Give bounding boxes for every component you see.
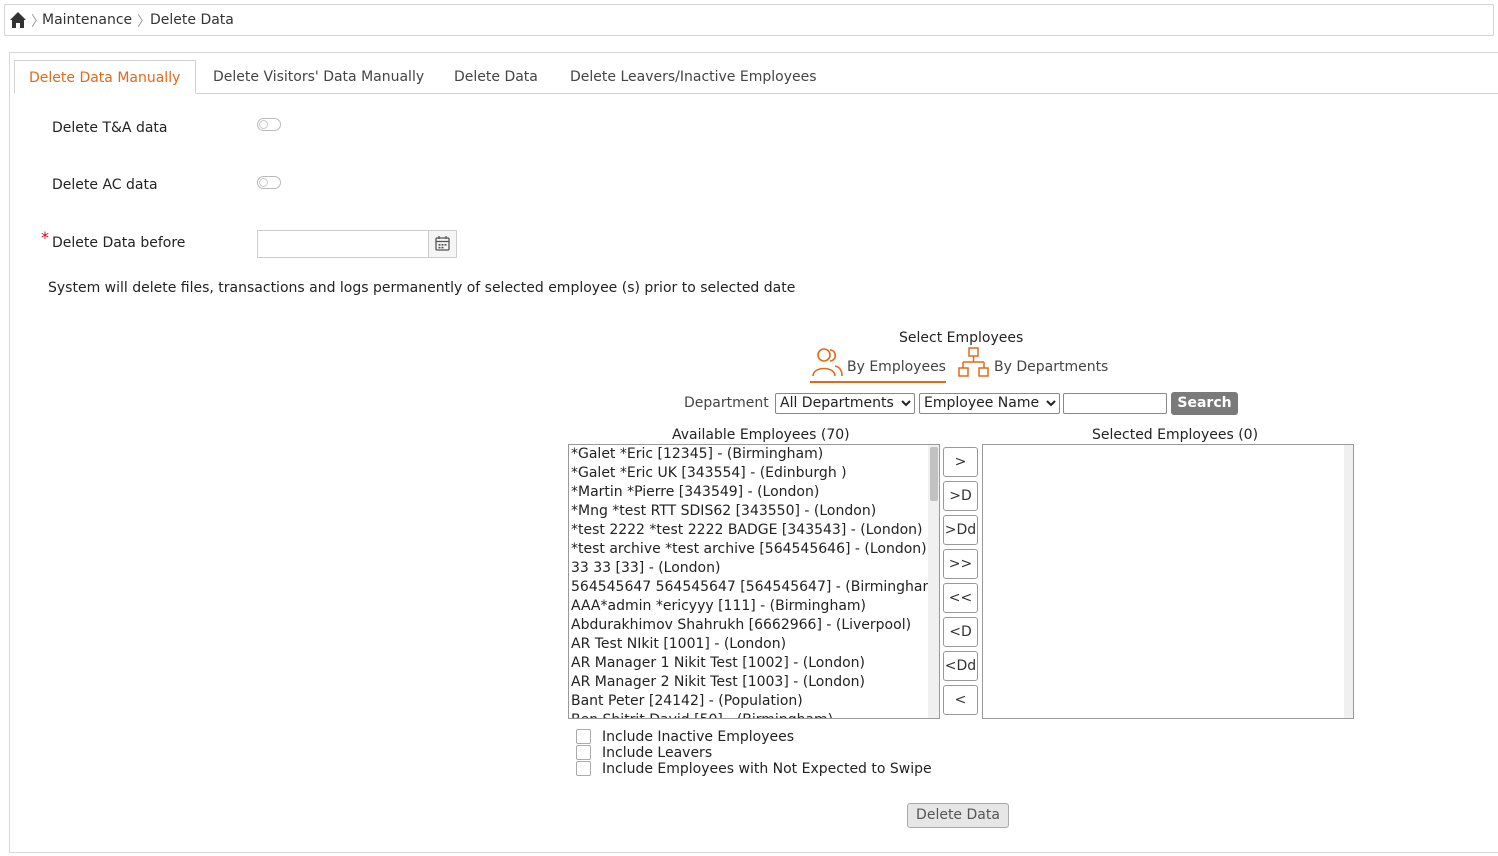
available-employees-title: Available Employees (70) [672,427,850,443]
include-leavers-checkbox[interactable] [576,745,591,760]
add-all-button[interactable]: >> [943,549,978,579]
add-department-deep-button[interactable]: >Dd [943,515,978,545]
scrollbar[interactable] [1344,445,1353,718]
list-item[interactable]: *Martin *Pierre [343549] - (London) [569,483,927,502]
tab-delete-leavers-inactive[interactable]: Delete Leavers/Inactive Employees [570,60,817,94]
list-item[interactable]: AR Manager 1 Nikit Test [1002] - (London… [569,654,927,673]
delete-data-button[interactable]: Delete Data [907,803,1009,828]
delete-notice: System will delete files, transactions a… [48,280,796,296]
list-item[interactable]: *test archive *test archive [564545646] … [569,540,927,559]
delete-ac-label: Delete AC data [52,177,158,193]
tab-delete-data[interactable]: Delete Data [454,60,538,94]
tab-delete-visitors-data-manually[interactable]: Delete Visitors' Data Manually [213,60,424,94]
calendar-icon [435,236,450,251]
scrollbar[interactable] [928,445,939,718]
remove-all-button[interactable]: << [943,583,978,613]
list-item[interactable]: *Galet *Eric [12345] - (Birmingham) [569,445,927,464]
remove-department-button[interactable]: <D [943,617,978,647]
search-input[interactable] [1063,393,1167,414]
list-item[interactable]: Abdurakhimov Shahrukh [6662966] - (Liver… [569,616,927,635]
list-item[interactable]: *test 2222 *test 2222 BADGE [343543] - (… [569,521,927,540]
list-item[interactable]: 33 33 [33] - (London) [569,559,927,578]
chevron-down-icon [901,394,911,419]
department-select[interactable]: All Departments [775,393,915,414]
department-label: Department [684,395,769,411]
include-not-expected-label: Include Employees with Not Expected to S… [602,761,932,777]
include-inactive-label: Include Inactive Employees [602,729,795,745]
list-item[interactable]: Bant Peter [24142] - (Population) [569,692,927,711]
list-item[interactable]: *Galet *Eric UK [343554] - (Edinburgh ) [569,464,927,483]
required-mark: * [41,228,49,247]
sort-select[interactable]: Employee Name [919,393,1060,414]
by-departments-label: By Departments [994,359,1109,375]
scrollbar-thumb[interactable] [930,447,938,501]
remove-selected-button[interactable]: < [943,685,978,715]
selected-employees-list[interactable] [982,444,1354,719]
delete-before-label: Delete Data before [52,235,186,251]
users-icon [812,348,843,377]
delete-before-input[interactable] [257,230,429,258]
list-item[interactable]: *Mng *test RTT SDIS62 [343550] - (London… [569,502,927,521]
breadcrumb-delete-data: Delete Data [150,12,234,28]
by-employees-label: By Employees [847,359,946,375]
tab-delete-data-manually[interactable]: Delete Data Manually [14,60,196,94]
breadcrumb-separator: 〉 [137,14,151,30]
selected-employees-title: Selected Employees (0) [1092,427,1259,443]
by-employees-mode[interactable]: By Employees [810,346,946,383]
include-not-expected-checkbox[interactable] [576,761,591,776]
home-icon[interactable] [9,11,27,29]
include-inactive-checkbox[interactable] [576,729,591,744]
delete-ta-label: Delete T&A data [52,120,168,136]
add-selected-button[interactable]: > [943,447,978,477]
remove-department-deep-button[interactable]: <Dd [943,651,978,681]
list-item[interactable]: AR Test NIkit [1001] - (London) [569,635,927,654]
list-item[interactable]: Ben Shitrit David [50] - (Birmingham) [569,711,927,718]
include-leavers-label: Include Leavers [602,745,713,761]
add-department-button[interactable]: >D [943,481,978,511]
chevron-down-icon [1046,394,1056,419]
breadcrumb-maintenance[interactable]: Maintenance [42,12,132,28]
list-item[interactable]: 564545647 564545647 [564545647] - (Birmi… [569,578,939,597]
calendar-button[interactable] [428,230,457,258]
sort-select-value: Employee Name [924,395,1040,411]
delete-ac-toggle[interactable] [257,176,281,189]
available-employees-list[interactable]: *Galet *Eric [12345] - (Birmingham) *Gale… [568,444,940,719]
search-button[interactable]: Search [1171,392,1238,415]
department-select-value: All Departments [780,395,894,411]
list-item[interactable]: AR Manager 2 Nikit Test [1003] - (London… [569,673,927,692]
list-item[interactable]: AAA*admin *ericyyy [111] - (Birmingham) [569,597,927,616]
by-departments-mode[interactable]: By Departments [958,346,1118,383]
select-employees-title: Select Employees [899,330,1024,346]
delete-ta-toggle[interactable] [257,118,281,131]
org-chart-icon [958,347,989,377]
